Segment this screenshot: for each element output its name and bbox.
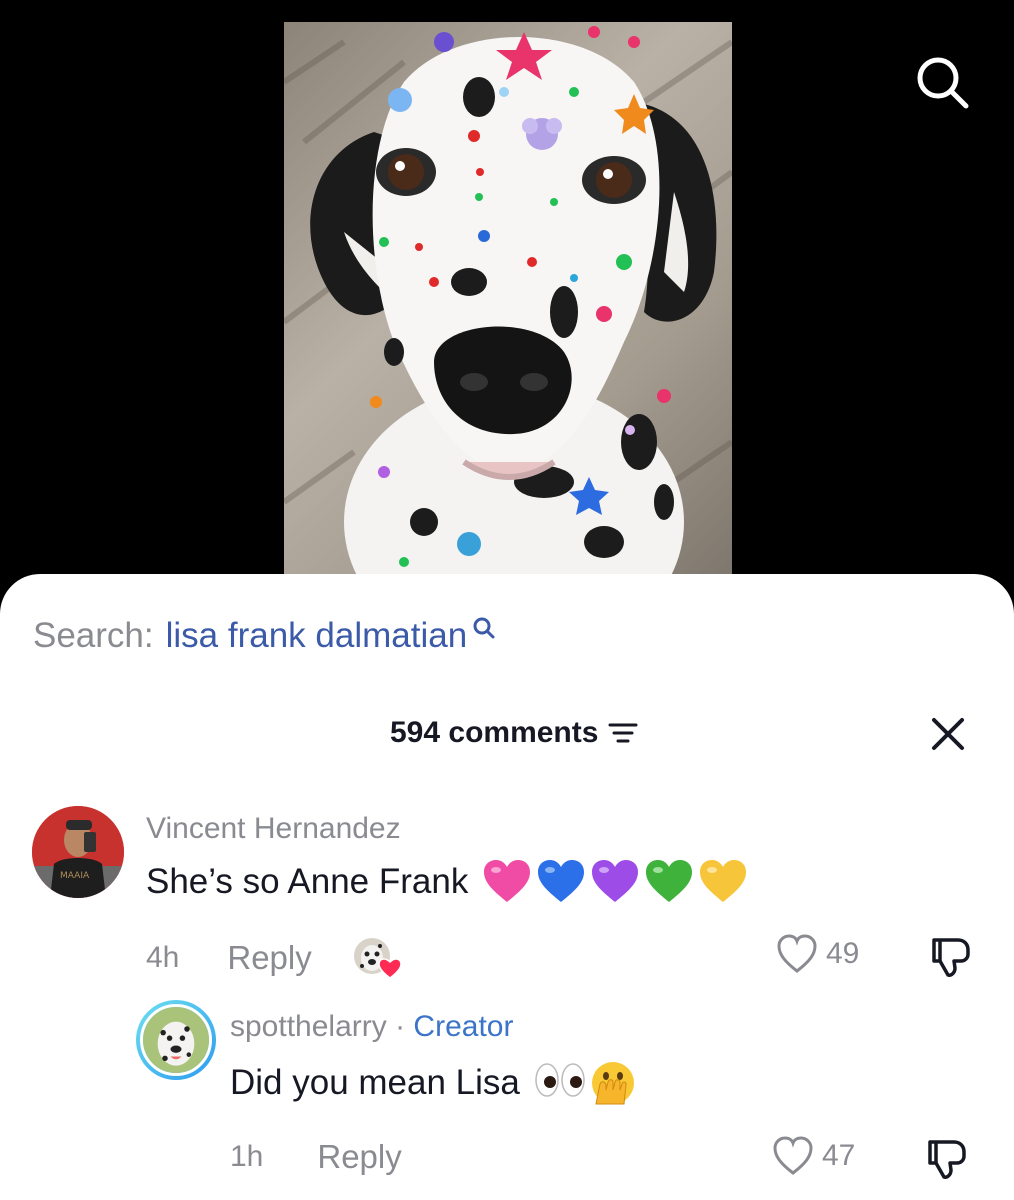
video-player[interactable] xyxy=(0,0,1014,600)
reply-author-line: spotthelarry · Creator xyxy=(230,1010,513,1044)
emoji-group xyxy=(482,860,748,904)
heart-outline-icon xyxy=(773,1136,813,1175)
search-icon xyxy=(473,617,495,639)
like-count: 49 xyxy=(826,937,860,970)
purple-heart-icon xyxy=(592,860,639,902)
comment-meta: 1h Reply xyxy=(230,1138,402,1176)
creator-badge: Creator xyxy=(413,1010,514,1043)
separator-dot: · xyxy=(386,1010,414,1043)
comment-timestamp: 4h xyxy=(146,941,180,974)
comment-author[interactable]: Vincent Hernandez xyxy=(146,812,401,846)
comment-text: Did you mean Lisa xyxy=(230,1063,520,1102)
like-count: 47 xyxy=(822,1139,856,1172)
eyes-icon xyxy=(535,1063,585,1097)
like-button[interactable]: 49 xyxy=(776,934,859,974)
comment-text: She’s so Anne Frank xyxy=(146,862,469,901)
avatar[interactable]: MAAIA xyxy=(32,806,124,898)
search-icon[interactable] xyxy=(910,50,974,114)
comments-sheet: Search: lisa frank dalmatian 594 comment… xyxy=(0,574,1014,1200)
face-with-open-eyes-and-hand-over-mouth-icon xyxy=(591,1062,634,1105)
yellow-heart-icon xyxy=(700,860,747,902)
sort-filter-icon[interactable] xyxy=(608,720,638,746)
comment-body: She’s so Anne Frank xyxy=(146,860,748,904)
search-query-link[interactable]: lisa frank dalmatian xyxy=(166,616,468,656)
blue-heart-icon xyxy=(538,860,585,902)
like-button[interactable]: 47 xyxy=(772,1136,855,1176)
green-heart-icon xyxy=(646,860,693,902)
reply-button[interactable]: Reply xyxy=(317,1138,401,1176)
related-search[interactable]: Search: lisa frank dalmatian xyxy=(33,614,497,658)
comment-author[interactable]: spotthelarry xyxy=(230,1010,387,1043)
heart-outline-icon xyxy=(777,934,817,973)
dislike-icon[interactable] xyxy=(924,1136,970,1182)
comments-header: 594 comments xyxy=(0,714,1014,758)
search-prefix-label: Search: xyxy=(33,616,154,655)
pink-heart-icon xyxy=(484,860,531,902)
comment-count: 594 comments xyxy=(390,716,638,750)
svg-text:MAAIA: MAAIA xyxy=(60,871,90,881)
close-icon[interactable] xyxy=(928,714,968,754)
reply-comment-item: spotthelarry · Creator Did you mean Lisa xyxy=(0,998,1014,1198)
comment-body: Did you mean Lisa xyxy=(230,1060,636,1106)
heart-icon xyxy=(377,958,402,979)
avatar[interactable] xyxy=(136,1000,216,1080)
comment-timestamp: 1h xyxy=(230,1140,264,1173)
video-thumbnail-dalmatian xyxy=(284,22,732,582)
comment-count-label: 594 comments xyxy=(390,716,599,749)
reply-button[interactable]: Reply xyxy=(227,939,311,977)
comment-meta: 4h Reply xyxy=(146,936,402,980)
comment-item: MAAIA Vincent Hernandez She’s so Anne Fr… xyxy=(0,804,1014,994)
dislike-icon[interactable] xyxy=(928,934,974,980)
creator-liked-badge xyxy=(352,936,402,980)
emoji-group xyxy=(534,1060,636,1106)
